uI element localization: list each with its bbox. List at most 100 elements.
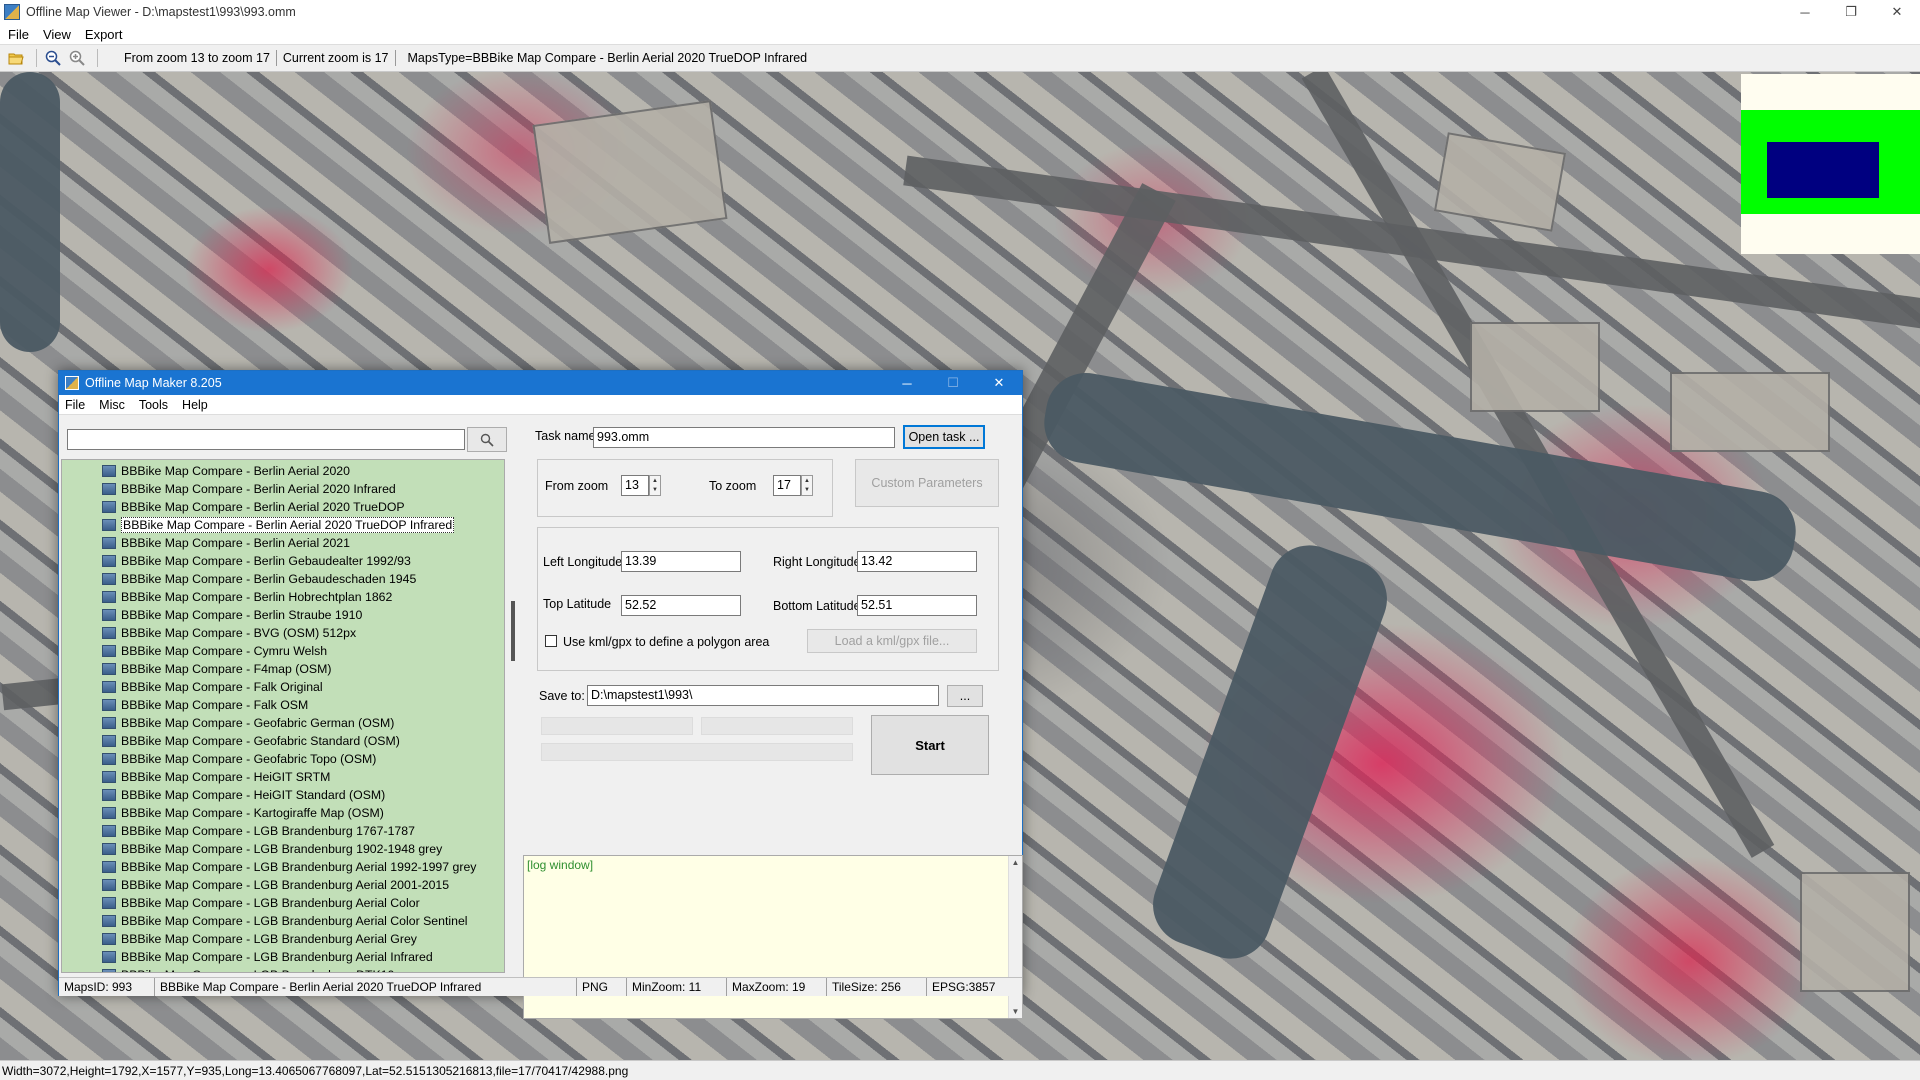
tree-item[interactable]: BBBike Map Compare - Kartogiraffe Map (O… [102,804,384,822]
top-latitude-input[interactable]: 52.52 [621,595,741,616]
main-menubar: File View Export [0,24,1920,44]
open-task-button[interactable]: Open task ... [903,425,985,449]
tree-item[interactable]: BBBike Map Compare - Berlin Gebaudeschad… [102,570,416,588]
kml-polygon-checkbox[interactable] [545,635,557,647]
restore-button[interactable]: ❐ [1828,0,1874,24]
minimap-viewport[interactable] [1767,142,1879,198]
tree-item-label: BBBike Map Compare - F4map (OSM) [121,662,332,676]
main-titlebar: Offline Map Viewer - D:\mapstest1\993\99… [0,0,1920,24]
zoom-out-icon[interactable] [43,48,63,68]
menu-view[interactable]: View [43,27,71,42]
task-settings-pane: Task name 993.omm Open task ... From zoo… [523,415,1023,1019]
tree-item[interactable]: BBBike Map Compare - Berlin Aerial 2020 [102,462,350,480]
map-layer-icon [102,789,116,801]
right-longitude-input[interactable]: 13.42 [857,551,977,572]
current-zoom-text: Current zoom is 17 [282,51,389,65]
map-search-input[interactable] [67,429,465,450]
dialog-minimize-button[interactable]: ─ [884,371,930,395]
dialog-menubar: File Misc Tools Help [59,395,1022,415]
to-zoom-spinner[interactable]: ▲ ▼ [801,475,813,496]
minimap[interactable] [1741,74,1920,254]
menu-export[interactable]: Export [85,27,123,42]
tree-item[interactable]: BBBike Map Compare - Geofabric Standard … [102,732,400,750]
from-zoom-spinner[interactable]: ▲ ▼ [649,475,661,496]
menu-file[interactable]: File [8,27,29,42]
start-button[interactable]: Start [871,715,989,775]
map-layer-icon [102,609,116,621]
minimize-button[interactable]: ─ [1782,0,1828,24]
tree-item[interactable]: BBBike Map Compare - Berlin Aerial 2021 [102,534,350,552]
map-layer-icon [102,591,116,603]
tree-item-label: BBBike Map Compare - Berlin Aerial 2020 … [121,500,405,514]
map-search-button[interactable] [467,427,507,452]
left-longitude-input[interactable]: 13.39 [621,551,741,572]
browse-folder-button[interactable]: ... [947,685,983,707]
zoom-in-icon[interactable] [67,48,87,68]
progress-bar-zoom [701,717,853,735]
map-layer-icon [102,717,116,729]
tree-item[interactable]: BBBike Map Compare - LGB Brandenburg Aer… [102,876,449,894]
tree-item[interactable]: BBBike Map Compare - HeiGIT Standard (OS… [102,786,385,804]
save-to-input[interactable]: D:\mapstest1\993\ [587,685,939,706]
tree-item[interactable]: BBBike Map Compare - LGB Brandenburg Aer… [102,894,420,912]
tree-item[interactable]: BBBike Map Compare - Berlin Aerial 2020 … [102,498,405,516]
tree-item-label: BBBike Map Compare - Berlin Aerial 2020 [121,464,350,478]
from-zoom-input[interactable]: 13 [621,475,649,496]
tree-item-label: BBBike Map Compare - Geofabric German (O… [121,716,395,730]
progress-bar-current [541,717,693,735]
close-button[interactable]: ✕ [1874,0,1920,24]
tree-item[interactable]: BBBike Map Compare - LGB Brandenburg Aer… [102,930,417,948]
tree-item[interactable]: BBBike Map Compare - F4map (OSM) [102,660,331,678]
tree-item[interactable]: BBBike Map Compare - BVG (OSM) 512px [102,624,356,642]
tree-item[interactable]: BBBike Map Compare - Geofabric German (O… [102,714,394,732]
dialog-menu-file[interactable]: File [65,398,85,412]
tree-item-label: BBBike Map Compare - LGB Brandenburg 190… [121,842,443,856]
map-layer-icon [102,663,116,675]
log-text: [log window] [527,858,594,872]
map-layer-icon [102,807,116,819]
tree-item[interactable]: BBBike Map Compare - LGB Brandenburg Aer… [102,948,433,966]
tree-item[interactable]: BBBike Map Compare - LGB Brandenburg Aer… [102,912,468,930]
tree-item[interactable]: BBBike Map Compare - Berlin Hobrechtplan… [102,588,392,606]
tree-item[interactable]: BBBike Map Compare - Cymru Welsh [102,642,327,660]
status-tile-size: TileSize: 256 [827,978,927,996]
tree-item[interactable]: BBBike Map Compare - Falk Original [102,678,323,696]
tree-item[interactable]: BBBike Map Compare - Berlin Straube 1910 [102,606,362,624]
task-name-input[interactable]: 993.omm [593,427,895,448]
tree-item[interactable]: BBBike Map Compare - Geofabric Topo (OSM… [102,750,376,768]
custom-parameters-button[interactable]: Custom Parameters [855,459,999,507]
dialog-menu-misc[interactable]: Misc [99,398,125,412]
open-folder-icon[interactable] [6,48,26,68]
to-zoom-input[interactable]: 17 [773,475,801,496]
tree-item-label: BBBike Map Compare - Berlin Hobrechtplan… [121,590,393,604]
dialog-menu-help[interactable]: Help [182,398,208,412]
map-layer-icon [102,753,116,765]
tree-item-label: BBBike Map Compare - Falk Original [121,680,323,694]
tree-item[interactable]: BBBike Map Compare - LGB Brandenburg DTK… [102,966,394,972]
map-type-tree[interactable]: BBBike Map Compare - Berlin Aerial 2020 B… [61,459,505,973]
tree-scrollbar-thumb[interactable] [511,601,515,661]
status-epsg: EPSG:3857 [932,980,996,994]
tree-item[interactable]: BBBike Map Compare - Falk OSM [102,696,308,714]
tree-item[interactable]: BBBike Map Compare - Berlin Aerial 2020 … [102,516,455,534]
map-layer-icon [102,861,116,873]
tree-item-label: BBBike Map Compare - Kartogiraffe Map (O… [121,806,384,820]
tree-item[interactable]: BBBike Map Compare - Berlin Gebaudealter… [102,552,411,570]
tree-item-label: BBBike Map Compare - HeiGIT SRTM [121,770,331,784]
tree-item-label: BBBike Map Compare - Berlin Aerial 2020 … [121,482,396,496]
map-list-pane: BBBike Map Compare - Berlin Aerial 2020 B… [59,415,515,973]
tree-item[interactable]: BBBike Map Compare - Berlin Aerial 2020 … [102,480,396,498]
load-kml-button[interactable]: Load a kml/gpx file... [807,629,977,653]
dialog-close-button[interactable]: ✕ [976,371,1022,395]
window-title: Offline Map Viewer - D:\mapstest1\993\99… [26,5,296,19]
status-map-name: BBBike Map Compare - Berlin Aerial 2020 … [155,978,577,996]
map-layer-icon [102,735,116,747]
tree-item[interactable]: BBBike Map Compare - HeiGIT SRTM [102,768,330,786]
tree-item[interactable]: BBBike Map Compare - LGB Brandenburg Aer… [102,858,476,876]
tree-item[interactable]: BBBike Map Compare - LGB Brandenburg 190… [102,840,442,858]
bottom-latitude-input[interactable]: 52.51 [857,595,977,616]
status-min-zoom: MinZoom: 11 [627,978,727,996]
dialog-menu-tools[interactable]: Tools [139,398,168,412]
tree-item[interactable]: BBBike Map Compare - LGB Brandenburg 176… [102,822,415,840]
tree-item-label: BBBike Map Compare - Geofabric Standard … [121,734,400,748]
